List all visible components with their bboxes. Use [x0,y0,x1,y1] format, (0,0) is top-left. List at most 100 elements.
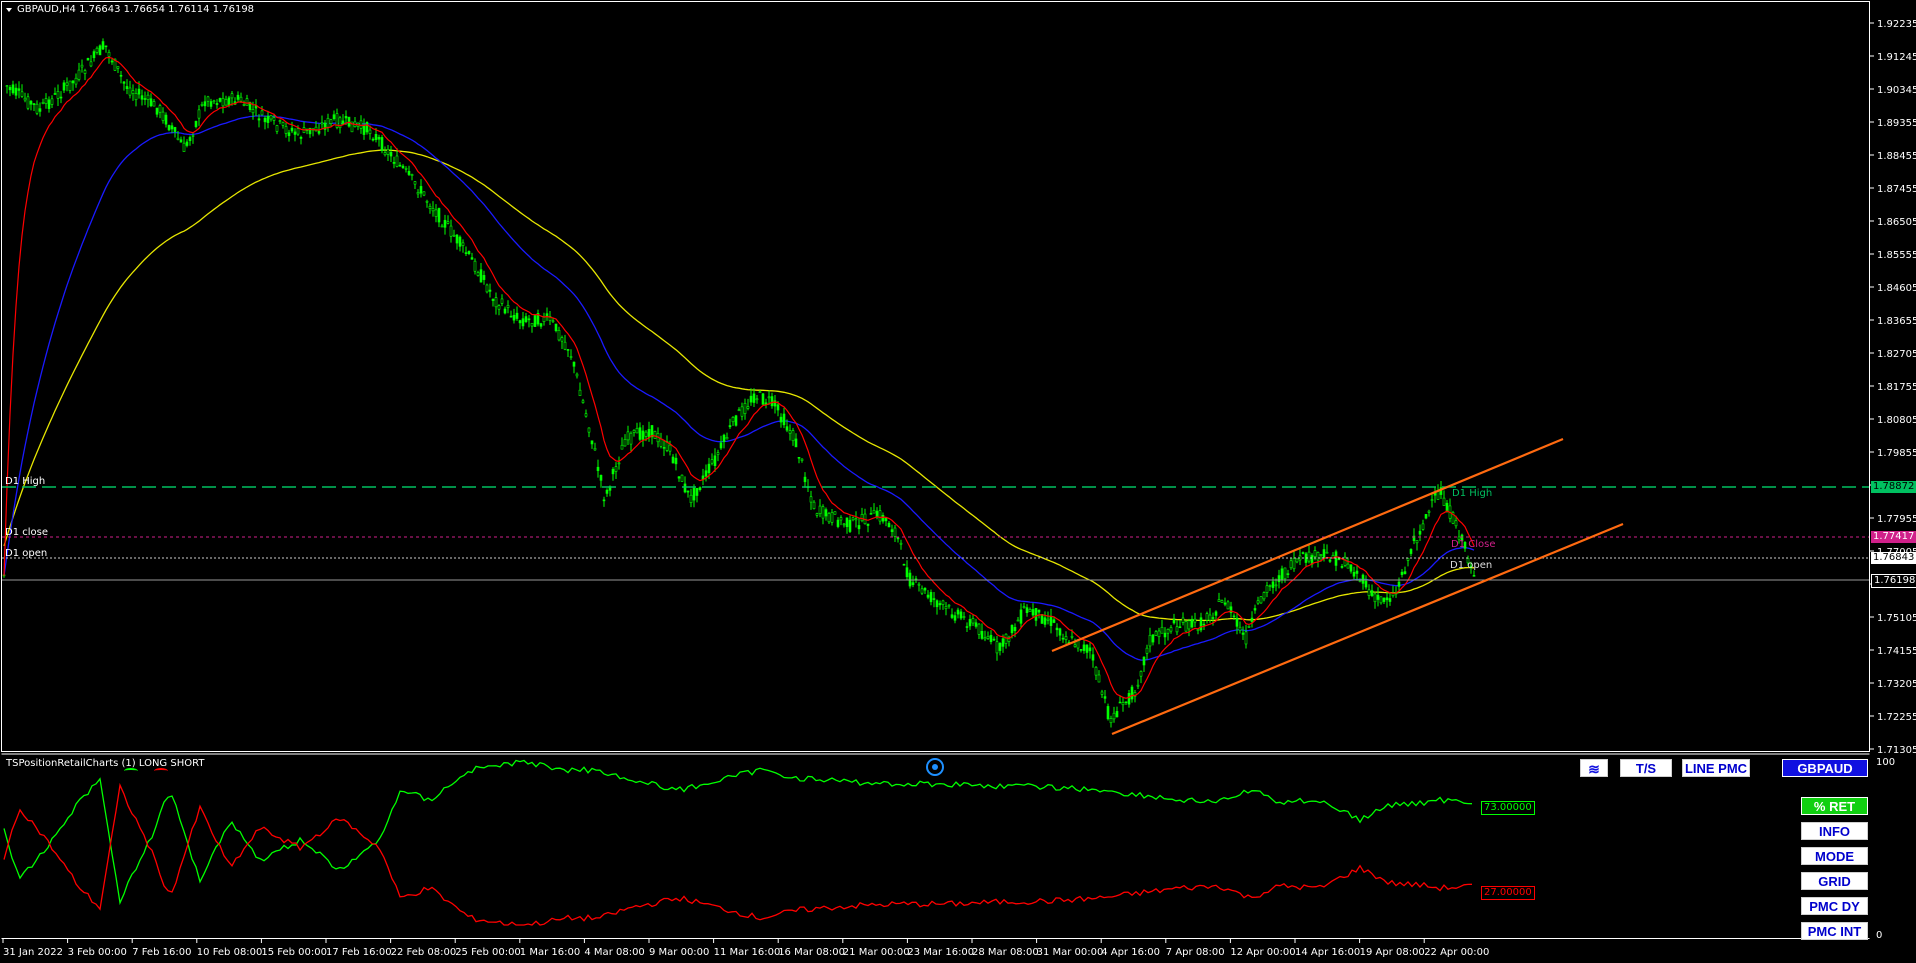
candle-body [998,643,1002,651]
candle-body [197,109,201,119]
candle-body [341,120,345,125]
candle-body [1370,590,1374,596]
symbol-button[interactable]: GBPAUD [1782,759,1868,777]
candle-body [77,69,81,80]
candle-body [857,525,861,530]
candle-body [1025,607,1029,614]
candle-body [1190,618,1194,628]
candle-body [1274,584,1278,587]
pmc-dy-button[interactable]: PMC DY [1801,897,1868,915]
candle-body [638,427,642,440]
candle-body [767,396,771,399]
candle-body [917,583,921,586]
candle-body [1157,630,1161,638]
candle-body [461,242,465,246]
candle-body [962,616,966,618]
candle-body [1355,570,1359,574]
shift-marker-dot [932,764,938,770]
candle-body [1406,558,1410,561]
candle-body [764,402,768,405]
candle-body [212,100,216,103]
ts-button[interactable]: T/S [1620,759,1672,777]
pmc-int-button[interactable]: PMC INT [1801,922,1868,940]
candle-body [17,88,21,91]
candle-body [1088,647,1092,652]
candle-body [179,139,183,143]
candle-body [824,509,828,517]
candle-body [332,114,336,120]
candle-body [125,86,129,89]
time-tick-label: 14 Apr 16:00 [1295,947,1360,958]
candle-body [1169,627,1173,632]
candle-body [581,400,585,403]
d1-high-label-right: D1 High [1452,488,1493,499]
candle-body [47,99,51,109]
d1-open-label-left: D1 open [5,548,48,559]
candle-body [812,501,816,509]
time-tick-label: 7 Apr 08:00 [1166,947,1225,958]
candle-body [713,455,717,467]
candle-body [485,284,489,293]
candle-body [167,125,171,131]
candle-body [587,427,591,433]
line-pmc-button[interactable]: LINE PMC [1682,759,1750,777]
candle-body [239,96,243,102]
candle-body [1118,701,1122,704]
candle-body [1421,523,1425,530]
candle-body [1427,510,1431,513]
candle-body [788,430,792,434]
candle-body [122,81,126,84]
price-tick-label: 1.87455 [1877,184,1916,195]
candle-body [848,519,852,532]
candle-body [1178,626,1182,629]
grid-button[interactable]: GRID [1801,872,1868,890]
candle-body [752,393,756,403]
candle-body [86,58,90,61]
candle-body [1253,608,1257,611]
candle-body [1229,606,1233,614]
candle-body [722,434,726,443]
candle-body [437,208,441,223]
mode-button[interactable]: MODE [1801,847,1868,865]
ret-button[interactable]: % RET [1801,797,1868,815]
candle-body [278,120,282,122]
candle-body [479,269,483,283]
candle-body [1244,631,1248,645]
candle-body [128,87,132,96]
chart-menu-icon[interactable] [6,8,12,12]
time-tick-label: 1 Mar 16:00 [520,947,580,958]
candle-body [983,637,987,640]
candle-body [362,125,366,135]
candle-body [401,165,405,168]
candle-body [614,466,618,472]
candle-body [776,404,780,411]
candle-body [1043,617,1047,625]
time-tick-label: 9 Mar 00:00 [649,947,709,958]
candle-body [1430,499,1434,501]
candle-body [1100,691,1104,695]
candle-body [572,361,576,367]
chart-window[interactable]: 1.92235 1.91245 1.90345 1.89355 1.88455 1.874… [0,0,1916,963]
candle-body [1094,666,1098,676]
indicator-header: TSPositionRetailCharts (1) LONG SHORT [6,758,205,769]
time-tick-label: 19 Apr 08:00 [1360,947,1425,958]
indicator-scale-min: 0 [1876,930,1883,941]
candle-body [101,41,105,50]
candle-body [995,641,999,654]
candle-body [299,136,303,139]
candle-body [1160,626,1164,634]
candle-body [818,505,822,514]
time-tick-label: 17 Feb 16:00 [326,947,392,958]
candle-body [392,161,396,164]
candle-body [140,95,144,100]
candle-body [1193,618,1197,623]
short-ratio-line [3,782,1473,926]
wave-button[interactable]: ≋ [1580,759,1608,777]
candle-body [14,87,18,96]
candle-body [1040,614,1044,624]
price-axis: 1.92235 1.91245 1.90345 1.89355 1.88455 1.874… [1869,19,1916,756]
candle-body [422,191,426,196]
candle-body [488,289,492,292]
candle-body [215,103,219,105]
info-button[interactable]: INFO [1801,822,1868,840]
